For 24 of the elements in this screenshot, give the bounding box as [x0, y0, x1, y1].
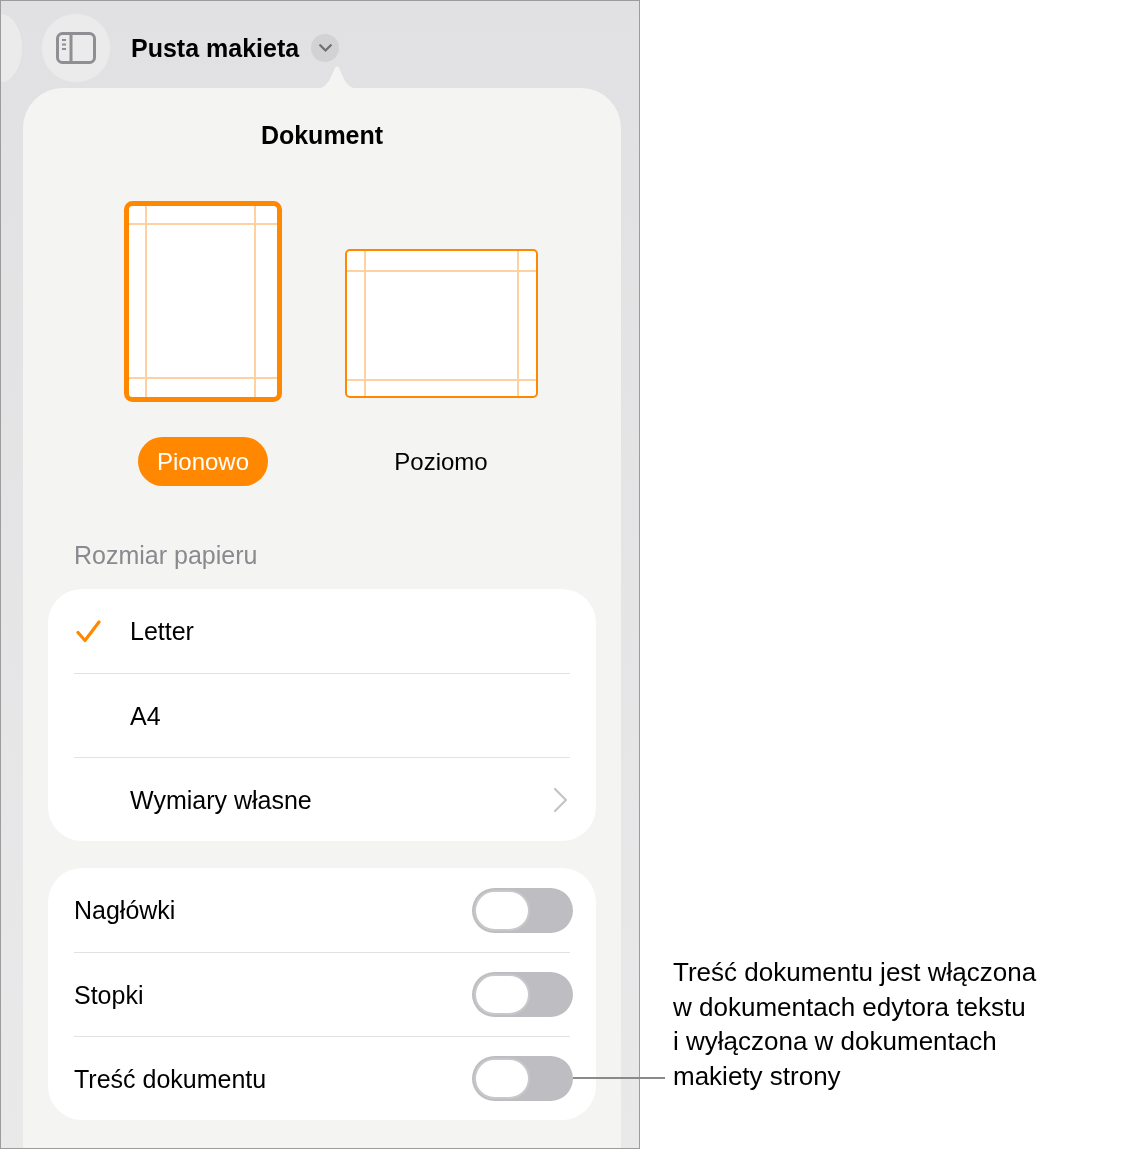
dropdown-button[interactable] — [311, 34, 340, 62]
toggle-switch[interactable] — [472, 1056, 573, 1101]
toggle-switch[interactable] — [472, 887, 573, 933]
sidebar-icon — [56, 32, 96, 64]
popover-title: Dokument — [260, 120, 384, 150]
orientation-option[interactable]: Poziomo — [375, 437, 507, 486]
chevron-down-icon — [318, 44, 332, 52]
option-label: Letter — [130, 616, 195, 646]
toggle-label: Treść dokumentu — [74, 1063, 267, 1094]
toggle-label: Stopki — [74, 979, 144, 1010]
paper-size-option[interactable]: A4 — [74, 673, 570, 757]
paper-size-option[interactable]: Wymiary własne — [74, 757, 570, 841]
landscape-page-icon[interactable] — [344, 249, 538, 398]
section-heading: Rozmiar papieru — [74, 541, 258, 569]
option-label: A4 — [130, 700, 162, 731]
option-label: Wymiary własne — [130, 784, 313, 815]
checkmark-icon — [76, 619, 101, 643]
document-title: Pusta makieta — [131, 33, 300, 63]
portrait-page-icon[interactable] — [124, 201, 282, 402]
paper-size-option[interactable]: Letter — [74, 589, 570, 673]
toggle-switch[interactable] — [472, 972, 573, 1017]
chevron-right-icon — [553, 786, 568, 813]
callout-text: Treść dokumentu jest włączona w dokumentach edytora tekstu i wyłączona w dokumentach makiety strony — [673, 956, 1038, 1094]
toggle-label: Nagłówki — [74, 895, 176, 925]
